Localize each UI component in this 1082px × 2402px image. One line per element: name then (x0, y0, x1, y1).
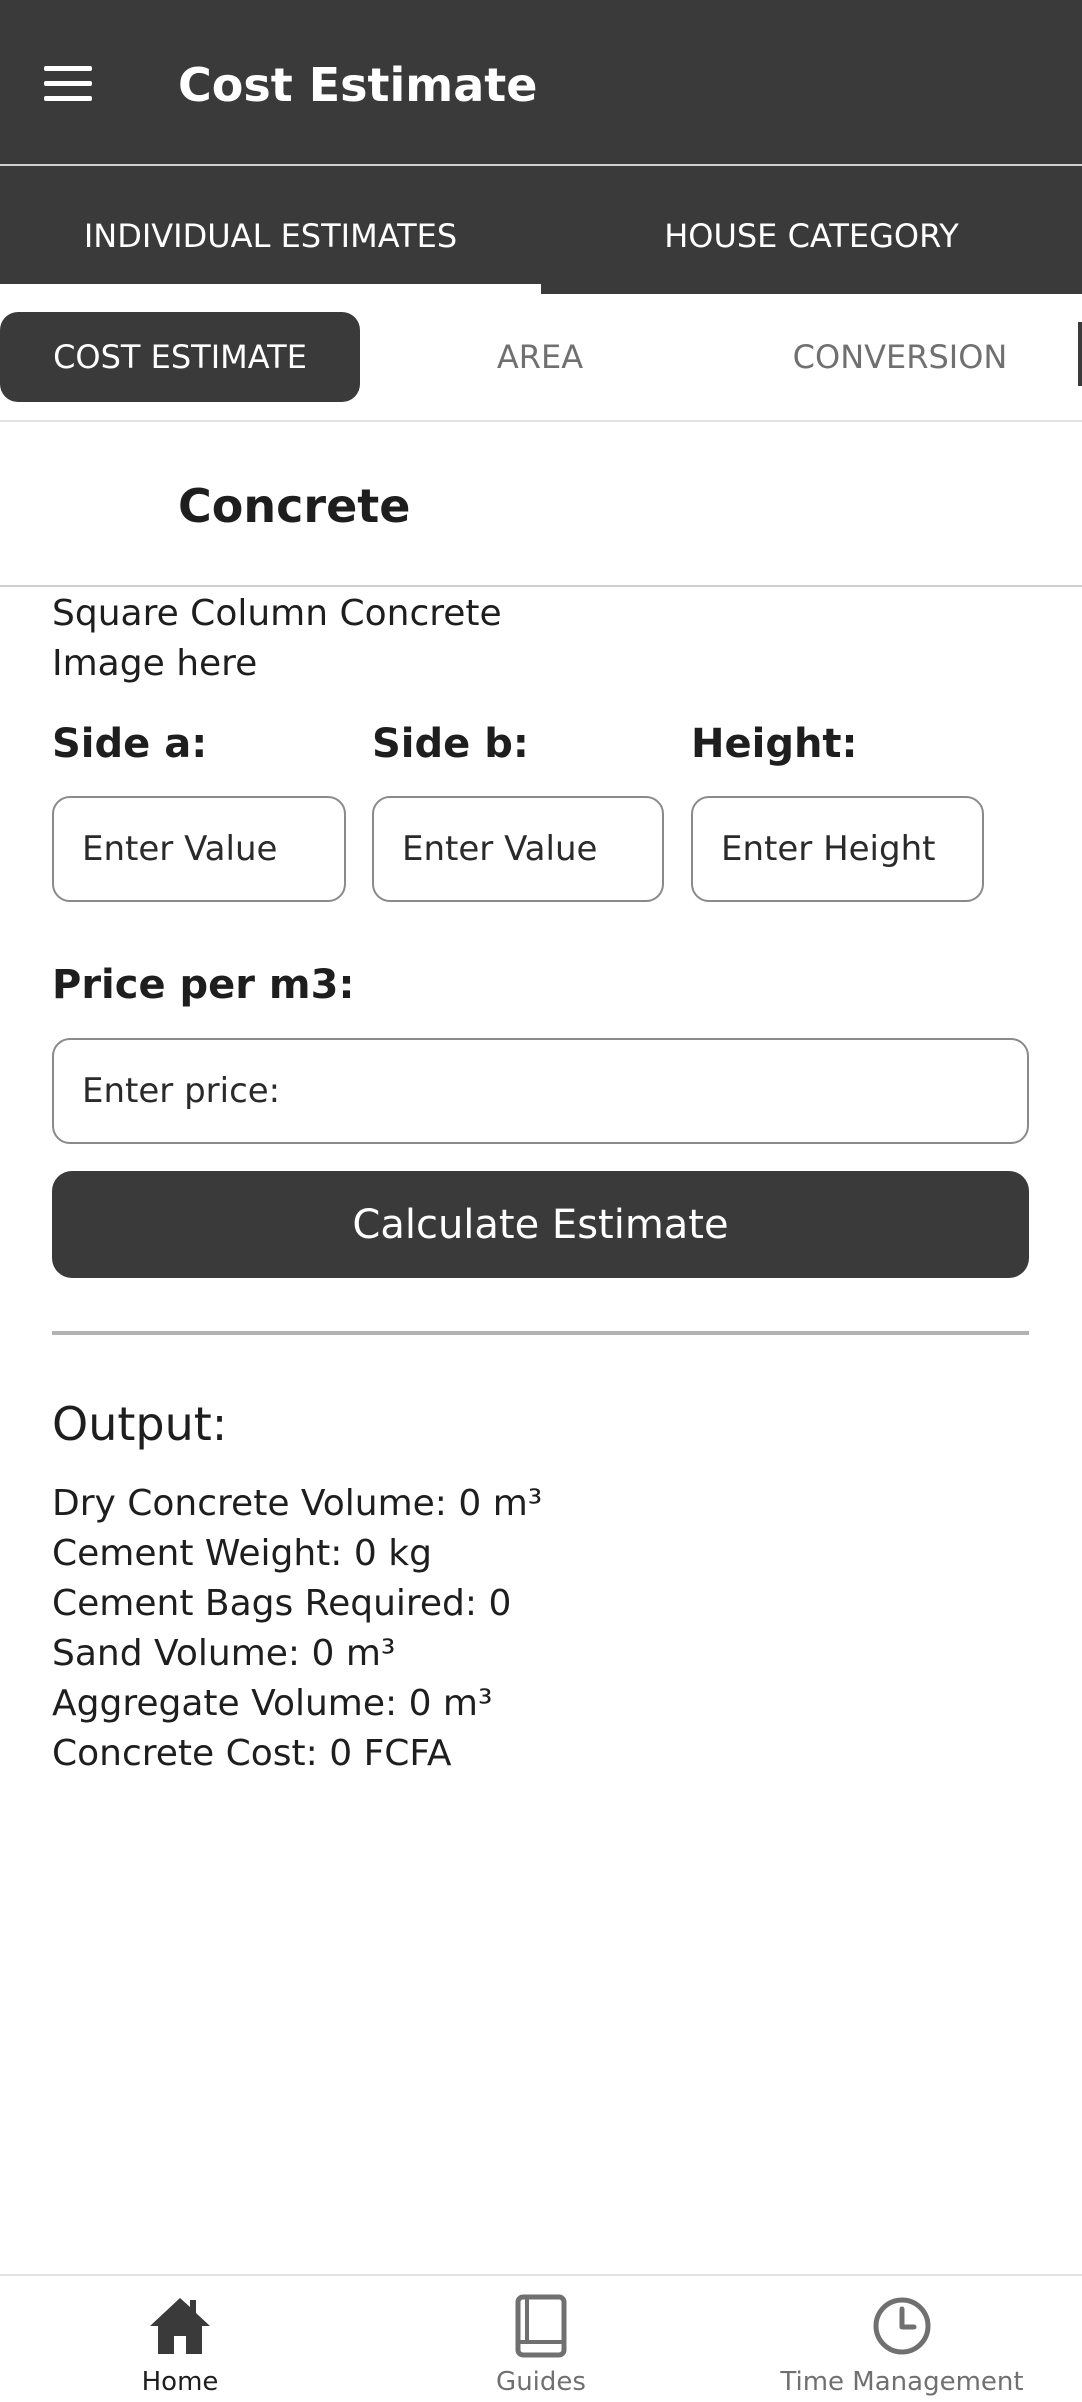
output-concrete-cost: Concrete Cost: 0 FCFA (52, 1733, 452, 1774)
nav-home-label: Home (141, 2367, 219, 2397)
output-title: Output: (52, 1397, 228, 1451)
home-icon (150, 2298, 210, 2354)
book-icon (515, 2294, 567, 2358)
subtab-scroll-edge (1078, 322, 1082, 386)
nav-time-management-label: Time Management (780, 2367, 1024, 2397)
calculation-subtitle: Square Column Concrete (52, 593, 502, 634)
price-input[interactable] (52, 1038, 1029, 1144)
subtab-conversion[interactable]: CONVERSION (720, 312, 1080, 402)
section-title: Concrete (178, 479, 411, 533)
tab-house-category[interactable]: HOUSE CATEGORY (541, 166, 1082, 294)
output-dry-concrete-volume: Dry Concrete Volume: 0 m³ (52, 1483, 543, 1524)
section-divider (0, 585, 1082, 587)
side-b-label: Side b: (372, 721, 529, 767)
image-placeholder: Image here (52, 643, 258, 684)
clock-icon (873, 2297, 931, 2355)
output-cement-bags: Cement Bags Required: 0 (52, 1583, 512, 1624)
app-title: Cost Estimate (178, 58, 538, 112)
calculate-estimate-button[interactable]: Calculate Estimate (52, 1171, 1029, 1278)
hamburger-menu-icon[interactable] (44, 66, 92, 102)
output-cement-weight: Cement Weight: 0 kg (52, 1533, 432, 1574)
height-label: Height: (691, 721, 858, 767)
subtab-cost-estimate[interactable]: COST ESTIMATE (0, 312, 360, 402)
side-b-input[interactable] (372, 796, 664, 902)
main-tabs: INDIVIDUAL ESTIMATES HOUSE CATEGORY (0, 166, 1082, 294)
height-input[interactable] (691, 796, 984, 902)
nav-guides[interactable]: Guides (361, 2276, 721, 2402)
price-label: Price per m3: (52, 962, 355, 1008)
output-aggregate-volume: Aggregate Volume: 0 m³ (52, 1683, 493, 1724)
tab-individual-estimates[interactable]: INDIVIDUAL ESTIMATES (0, 166, 541, 294)
sub-tabs: COST ESTIMATE AREA CONVERSION (0, 312, 1082, 402)
bottom-navigation: Home Guides Time Management (0, 2274, 1082, 2402)
output-sand-volume: Sand Volume: 0 m³ (52, 1633, 396, 1674)
nav-home[interactable]: Home (0, 2276, 360, 2402)
subtab-divider (0, 420, 1082, 422)
output-divider (52, 1331, 1029, 1335)
side-a-label: Side a: (52, 721, 208, 767)
nav-guides-label: Guides (496, 2367, 586, 2397)
nav-time-management[interactable]: Time Management (722, 2276, 1082, 2402)
side-a-input[interactable] (52, 796, 346, 902)
app-root: Cost Estimate INDIVIDUAL ESTIMATES HOUSE… (0, 0, 1082, 2402)
app-bar: Cost Estimate (0, 0, 1082, 165)
subtab-area[interactable]: AREA (360, 312, 720, 402)
